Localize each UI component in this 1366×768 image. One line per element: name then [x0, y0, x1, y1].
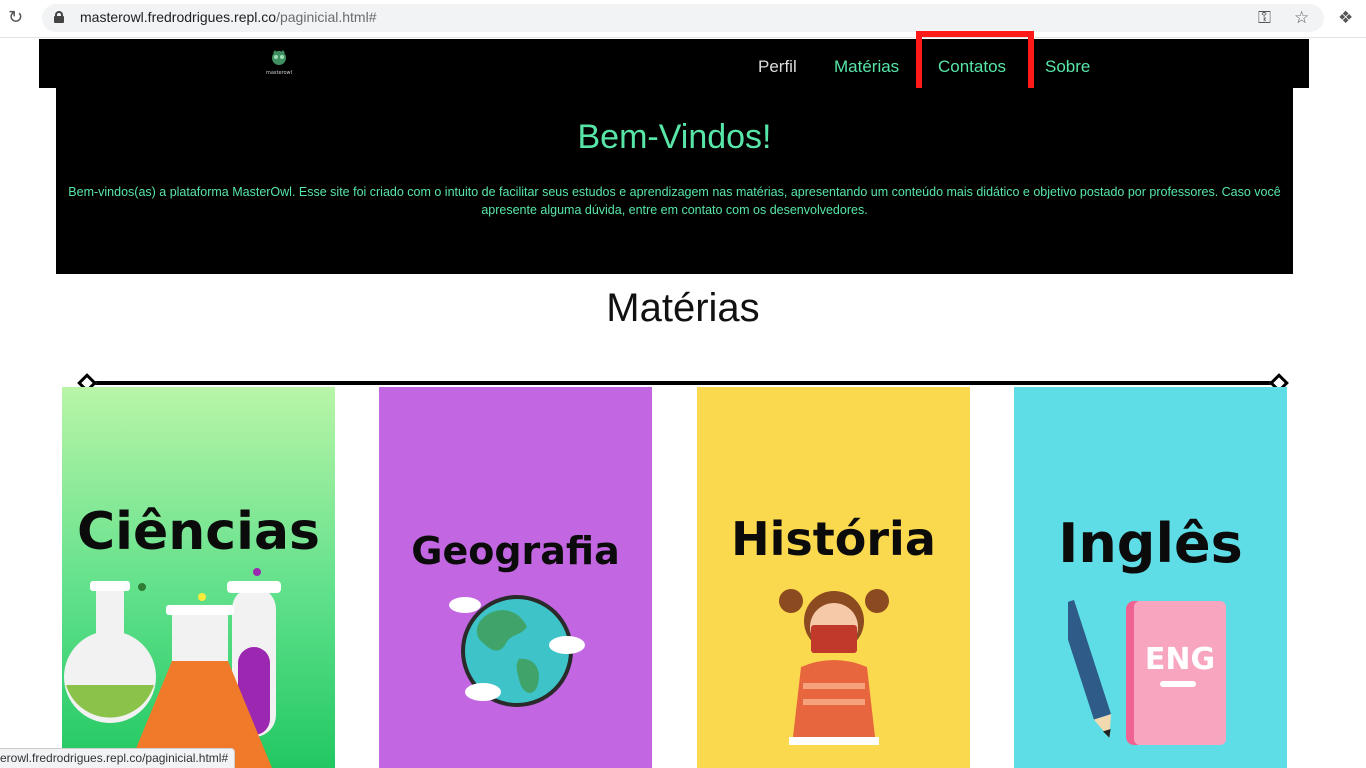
welcome-title: Bem-Vindos!: [577, 118, 772, 156]
logo-text: masterowl: [266, 70, 292, 76]
browser-toolbar: ↻ masterowl.fredrodrigues.repl.co/pagini…: [0, 0, 1366, 38]
subject-card-label: Ciências: [77, 502, 320, 562]
url-text[interactable]: masterowl.fredrodrigues.repl.co/paginici…: [80, 9, 376, 25]
subjects-title: Matérias: [606, 286, 760, 330]
subject-card-label: Inglês: [1058, 512, 1243, 575]
lab-flasks-icon: [64, 568, 281, 768]
owl-logo[interactable]: masterowl: [261, 49, 297, 77]
key-icon[interactable]: ⚿: [1258, 7, 1271, 29]
browser-status-bar: erowl.fredrodrigues.repl.co/paginicial.h…: [0, 748, 236, 768]
nav-link-materias[interactable]: Matérias: [834, 57, 899, 77]
book-label: ENG: [1145, 642, 1215, 677]
globe-icon: [449, 595, 585, 707]
carousel-slider-track[interactable]: [87, 381, 1279, 385]
nav-link-perfil[interactable]: Perfil: [758, 57, 797, 77]
subject-card-geografia[interactable]: Geografia: [379, 387, 652, 768]
bookmark-star-icon[interactable]: ☆: [1294, 7, 1309, 29]
reload-icon[interactable]: ↻: [8, 8, 28, 28]
url-host: masterowl.fredrodrigues.repl.co: [80, 9, 277, 25]
lock-icon[interactable]: [54, 11, 64, 23]
subject-card-ciencias[interactable]: Ciências: [62, 387, 335, 768]
nav-link-sobre[interactable]: Sobre: [1045, 57, 1090, 77]
english-book-pencil-icon: ENG: [1068, 599, 1226, 745]
extensions-puzzle-icon[interactable]: ❖: [1338, 7, 1353, 29]
subject-card-label: História: [731, 512, 936, 566]
site-header: masterowl Perfil Matérias Contatos Sobre: [39, 39, 1309, 88]
welcome-text: Bem-vindos(as) a plataforma MasterOwl. E…: [68, 185, 1281, 217]
welcome-banner: Bem-Vindos! Bem-vindos(as) a plataforma …: [56, 88, 1293, 274]
url-path: /paginicial.html#: [276, 9, 377, 25]
girl-reading-icon: [779, 589, 889, 745]
subject-card-historia[interactable]: História: [697, 387, 970, 768]
subject-card-label: Geografia: [411, 529, 620, 573]
subject-card-ingles[interactable]: Inglês ENG: [1014, 387, 1287, 768]
